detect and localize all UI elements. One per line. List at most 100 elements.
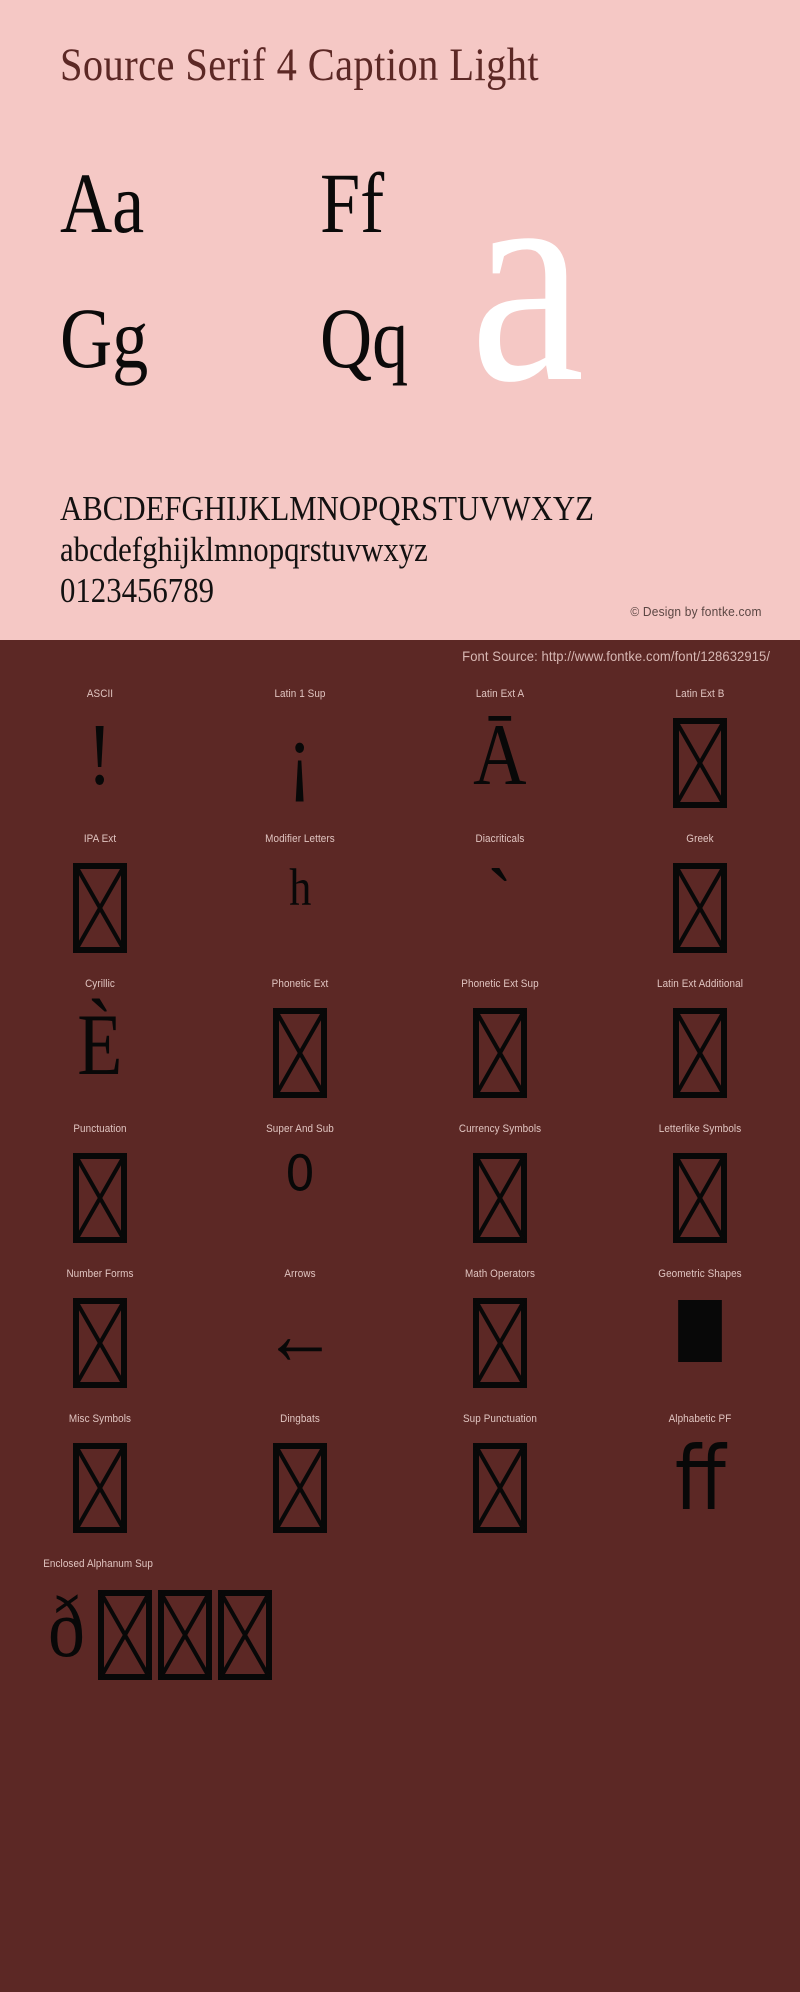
- unicode-block-cell: Number Forms: [0, 1268, 200, 1413]
- unicode-block-label: Latin Ext Additional: [656, 978, 744, 990]
- unicode-block-label: Geometric Shapes: [658, 1268, 742, 1280]
- unicode-block-glyph: ⁰: [285, 1142, 315, 1239]
- unicode-block-cell: Currency Symbols: [400, 1123, 600, 1268]
- notdef-box-icon: [400, 1002, 600, 1122]
- notdef-box-icon: [200, 1437, 400, 1557]
- unicode-block-glyph: ←: [263, 1287, 337, 1384]
- unicode-row: Cyrillic Ѐ Phonetic Ext Phonetic Ext Sup…: [0, 978, 800, 1123]
- unicode-coverage-panel: Font Source: http://www.fontke.com/font/…: [0, 640, 800, 1992]
- unicode-block-glyph: ¡: [287, 707, 313, 804]
- copyright-notice: © Design by fontke.com: [630, 604, 762, 619]
- unicode-block-label: Dingbats: [280, 1413, 320, 1425]
- unicode-block-cell: Math Operators: [400, 1268, 600, 1413]
- charset-uppercase: ABCDEFGHIJKLMNOPQRSTUVWXYZ: [60, 489, 594, 528]
- unicode-block-cell: Latin 1 Sup ¡: [200, 688, 400, 833]
- letter-pair-waterfall: Aa Ff Gg Qq: [0, 160, 800, 420]
- font-specimen-page: Source Serif 4 Caption Light Aa Ff Gg Qq…: [0, 0, 800, 1992]
- unicode-block-cell: Letterlike Symbols: [600, 1123, 800, 1268]
- charset-digits: 0123456789: [60, 571, 214, 610]
- unicode-block-cell: Latin Ext Additional: [600, 978, 800, 1123]
- notdef-box-icon: [0, 1147, 200, 1267]
- letter-pair-ff: Ff: [320, 155, 385, 251]
- unicode-block-label: Latin Ext B: [675, 688, 725, 700]
- notdef-box-icon: [400, 1292, 600, 1412]
- unicode-block-label: Misc Symbols: [68, 1413, 132, 1425]
- unicode-block-cell: Arrows ←: [200, 1268, 400, 1413]
- unicode-block-cell: ASCII !: [0, 688, 200, 833]
- page-title: Source Serif 4 Caption Light: [60, 39, 540, 91]
- unicode-block-cell: Modifier Letters ʰ: [200, 833, 400, 978]
- unicode-block-cell: Geometric Shapes: [600, 1268, 800, 1413]
- unicode-block-label: Currency Symbols: [458, 1123, 542, 1135]
- notdef-box-icon: [600, 712, 800, 832]
- unicode-block-label: ASCII: [86, 688, 114, 700]
- font-source-link[interactable]: Font Source: http://www.fontke.com/font/…: [462, 648, 770, 664]
- unicode-block-label: Alphabetic PF: [668, 1413, 732, 1425]
- unicode-block-label: Enclosed Alphanum Sup: [43, 1558, 153, 1570]
- unicode-block-cell: Misc Symbols: [0, 1413, 200, 1558]
- letter-pair-qq: Qq: [320, 290, 409, 386]
- unicode-block-label: Latin Ext A: [475, 688, 525, 700]
- notdef-box-icon: [98, 1584, 152, 1680]
- unicode-block-glyph: ﬀ: [674, 1432, 726, 1529]
- unicode-block-grid: ASCII ! Latin 1 Sup ¡ Latin Ext A Ā Lati…: [0, 688, 800, 1738]
- unicode-block-glyph: !: [87, 707, 113, 804]
- unicode-row: IPA Ext Modifier Letters ʰ Diacriticals …: [0, 833, 800, 978]
- unicode-block-label: Diacriticals: [475, 833, 525, 845]
- unicode-block-label: IPA Ext: [83, 833, 117, 845]
- letter-pair-gg: Gg: [60, 290, 149, 386]
- unicode-block-label: Phonetic Ext: [271, 978, 329, 990]
- notdef-box-icon: [158, 1584, 212, 1680]
- letter-pair-aa: Aa: [60, 155, 145, 251]
- unicode-block-cell: Cyrillic Ѐ: [0, 978, 200, 1123]
- unicode-block-label: Greek: [686, 833, 714, 845]
- charset-lowercase: abcdefghijklmnopqrstuvwxyz: [60, 530, 428, 569]
- unicode-row: Punctuation Super And Sub ⁰ Currency Sym…: [0, 1123, 800, 1268]
- unicode-block-cell: Latin Ext A Ā: [400, 688, 600, 833]
- unicode-block-cell: Diacriticals ˋ: [400, 833, 600, 978]
- unicode-block-glyph: Ѐ: [77, 997, 123, 1094]
- unicode-row: ASCII ! Latin 1 Sup ¡ Latin Ext A Ā Lati…: [0, 688, 800, 833]
- unicode-block-glyph-strip: ð: [48, 1584, 272, 1680]
- notdef-box-icon: [200, 1002, 400, 1122]
- notdef-box-icon: [0, 1437, 200, 1557]
- notdef-box-icon: [0, 1292, 200, 1412]
- feature-glyph: a: [470, 112, 585, 444]
- notdef-box-icon: [400, 1147, 600, 1267]
- unicode-block-cell: Phonetic Ext: [200, 978, 400, 1123]
- unicode-block-cell: Super And Sub ⁰: [200, 1123, 400, 1268]
- unicode-block-cell: Alphabetic PF ﬀ: [600, 1413, 800, 1558]
- notdef-box-icon: [600, 1147, 800, 1267]
- specimen-header-panel: Source Serif 4 Caption Light Aa Ff Gg Qq…: [0, 0, 800, 640]
- unicode-block-cell: Sup Punctuation: [400, 1413, 600, 1558]
- unicode-block-glyph: ʰ: [288, 852, 312, 949]
- unicode-block-cell: IPA Ext: [0, 833, 200, 978]
- unicode-row: Enclosed Alphanum Sup ð: [0, 1558, 800, 1738]
- unicode-block-label: Cyrillic: [85, 978, 115, 990]
- notdef-box-icon: [400, 1437, 600, 1557]
- notdef-box-icon: [0, 857, 200, 977]
- unicode-block-glyph: ð: [48, 1579, 85, 1676]
- character-set-preview: ABCDEFGHIJKLMNOPQRSTUVWXYZ abcdefghijklm…: [60, 488, 780, 611]
- unicode-block-label: Latin 1 Sup: [274, 688, 326, 700]
- unicode-block-label: Super And Sub: [266, 1123, 334, 1135]
- unicode-block-label: Sup Punctuation: [462, 1413, 537, 1425]
- unicode-block-cell: Greek: [600, 833, 800, 978]
- notdef-box-icon: [600, 1002, 800, 1122]
- unicode-block-label: Math Operators: [464, 1268, 536, 1280]
- unicode-block-cell: Punctuation: [0, 1123, 200, 1268]
- unicode-block-cell: Latin Ext B: [600, 688, 800, 833]
- unicode-row: Misc Symbols Dingbats Sup Punctuation Al…: [0, 1413, 800, 1558]
- unicode-block-label: Punctuation: [73, 1123, 127, 1135]
- notdef-box-icon: [218, 1584, 272, 1680]
- unicode-block-cell: Phonetic Ext Sup: [400, 978, 600, 1123]
- unicode-block-label: Letterlike Symbols: [658, 1123, 742, 1135]
- unicode-block-label: Modifier Letters: [265, 833, 335, 845]
- unicode-block-label: Arrows: [284, 1268, 316, 1280]
- unicode-block-cell: Dingbats: [200, 1413, 400, 1558]
- notdef-box-icon: [600, 857, 800, 977]
- filled-square-icon: [600, 1292, 800, 1412]
- unicode-row: Number Forms Arrows ← Math Operators Geo…: [0, 1268, 800, 1413]
- unicode-block-label: Phonetic Ext Sup: [461, 978, 539, 990]
- unicode-block-label: Number Forms: [66, 1268, 134, 1280]
